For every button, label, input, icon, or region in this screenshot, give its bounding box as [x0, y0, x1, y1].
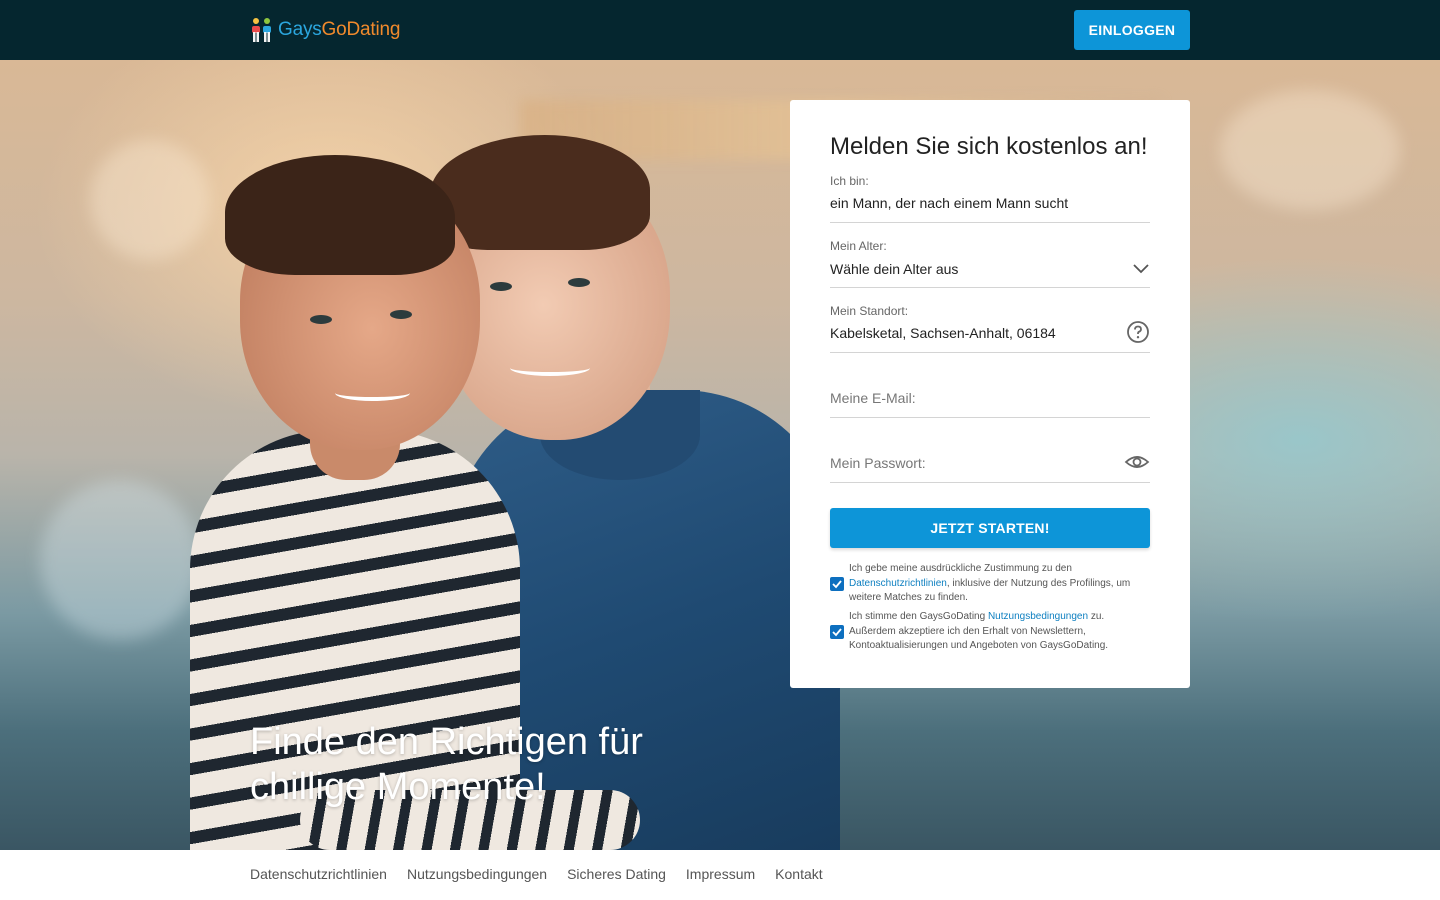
age-value: Wähle dein Alter aus	[830, 261, 959, 277]
terms-consent: Ich stimme den GaysGoDating Nutzungsbedi…	[830, 610, 1150, 654]
iam-value: ein Mann, der nach einem Mann sucht	[830, 195, 1069, 211]
privacy-policy-link[interactable]: Datenschutzrichtlinien	[849, 578, 947, 589]
iam-label: Ich bin:	[830, 174, 869, 188]
footer-link-imprint[interactable]: Impressum	[686, 866, 755, 882]
man-right-hair	[430, 135, 650, 250]
footer-link-safe-dating[interactable]: Sicheres Dating	[567, 866, 666, 882]
eye	[568, 278, 590, 287]
login-button[interactable]: EINLOGGEN	[1074, 10, 1190, 50]
location-value: Kabelsketal, Sachsen-Anhalt, 06184	[830, 325, 1056, 341]
question-circle-icon[interactable]	[1126, 320, 1150, 349]
privacy-consent-text: Ich gebe meine ausdrückliche Zustimmung …	[849, 562, 1149, 606]
password-placeholder: Mein Passwort:	[830, 455, 926, 471]
terms-consent-text: Ich stimme den GaysGoDating Nutzungsbedi…	[849, 610, 1149, 654]
location-field[interactable]: Mein Standort: Kabelsketal, Sachsen-Anha…	[830, 302, 1150, 353]
eye	[390, 310, 412, 319]
tagline-line-2: chillige Momente!	[250, 766, 546, 808]
terms-link[interactable]: Nutzungsbedingungen	[988, 611, 1088, 622]
password-field[interactable]: Mein Passwort:	[830, 432, 1150, 483]
couple-figures-icon	[252, 18, 271, 42]
eye	[310, 315, 332, 324]
footer-link-terms[interactable]: Nutzungsbedingungen	[407, 866, 547, 882]
smile	[510, 360, 590, 376]
bokeh-light	[40, 480, 200, 640]
start-button[interactable]: JETZT STARTEN!	[830, 508, 1150, 548]
chevron-down-icon[interactable]	[1132, 261, 1150, 279]
consent-text-part: Ich stimme den GaysGoDating	[849, 611, 988, 622]
check-icon	[832, 580, 842, 589]
footer-link-privacy[interactable]: Datenschutzrichtlinien	[250, 866, 387, 882]
privacy-checkbox[interactable]	[830, 577, 844, 591]
top-navigation-bar: GaysGoDating EINLOGGEN	[0, 0, 1440, 60]
registration-card: Melden Sie sich kostenlos an! Ich bin: e…	[790, 100, 1190, 688]
footer: Datenschutzrichtlinien Nutzungsbedingung…	[0, 850, 1440, 900]
site-logo[interactable]: GaysGoDating	[250, 12, 400, 48]
consent-text-part: Ich gebe meine ausdrückliche Zustimmung …	[849, 563, 1072, 574]
email-field[interactable]: Meine E-Mail:	[830, 367, 1150, 418]
privacy-consent: Ich gebe meine ausdrückliche Zustimmung …	[830, 562, 1150, 606]
eye	[490, 282, 512, 291]
footer-link-contact[interactable]: Kontakt	[775, 866, 822, 882]
age-label: Mein Alter:	[830, 239, 887, 253]
hero-tagline: Finde den Richtigen für chillige Momente…	[250, 720, 710, 810]
footer-links: Datenschutzrichtlinien Nutzungsbedingung…	[250, 866, 823, 882]
age-select[interactable]: Mein Alter: Wähle dein Alter aus	[830, 237, 1150, 288]
email-placeholder: Meine E-Mail:	[830, 390, 916, 406]
tagline-line-1: Finde den Richtigen für	[250, 721, 643, 763]
registration-title: Melden Sie sich kostenlos an!	[830, 133, 1148, 160]
bokeh-light	[1220, 90, 1400, 210]
location-label: Mein Standort:	[830, 304, 909, 318]
check-icon	[832, 628, 842, 637]
terms-checkbox[interactable]	[830, 625, 844, 639]
logo-text: GaysGoDating	[278, 19, 401, 40]
iam-field[interactable]: Ich bin: ein Mann, der nach einem Mann s…	[830, 172, 1150, 223]
bokeh-light	[90, 140, 210, 260]
eye-icon[interactable]	[1124, 452, 1150, 477]
smile	[335, 385, 410, 401]
hero-section: Finde den Richtigen für chillige Momente…	[0, 60, 1440, 850]
man-left-hair	[225, 155, 455, 275]
